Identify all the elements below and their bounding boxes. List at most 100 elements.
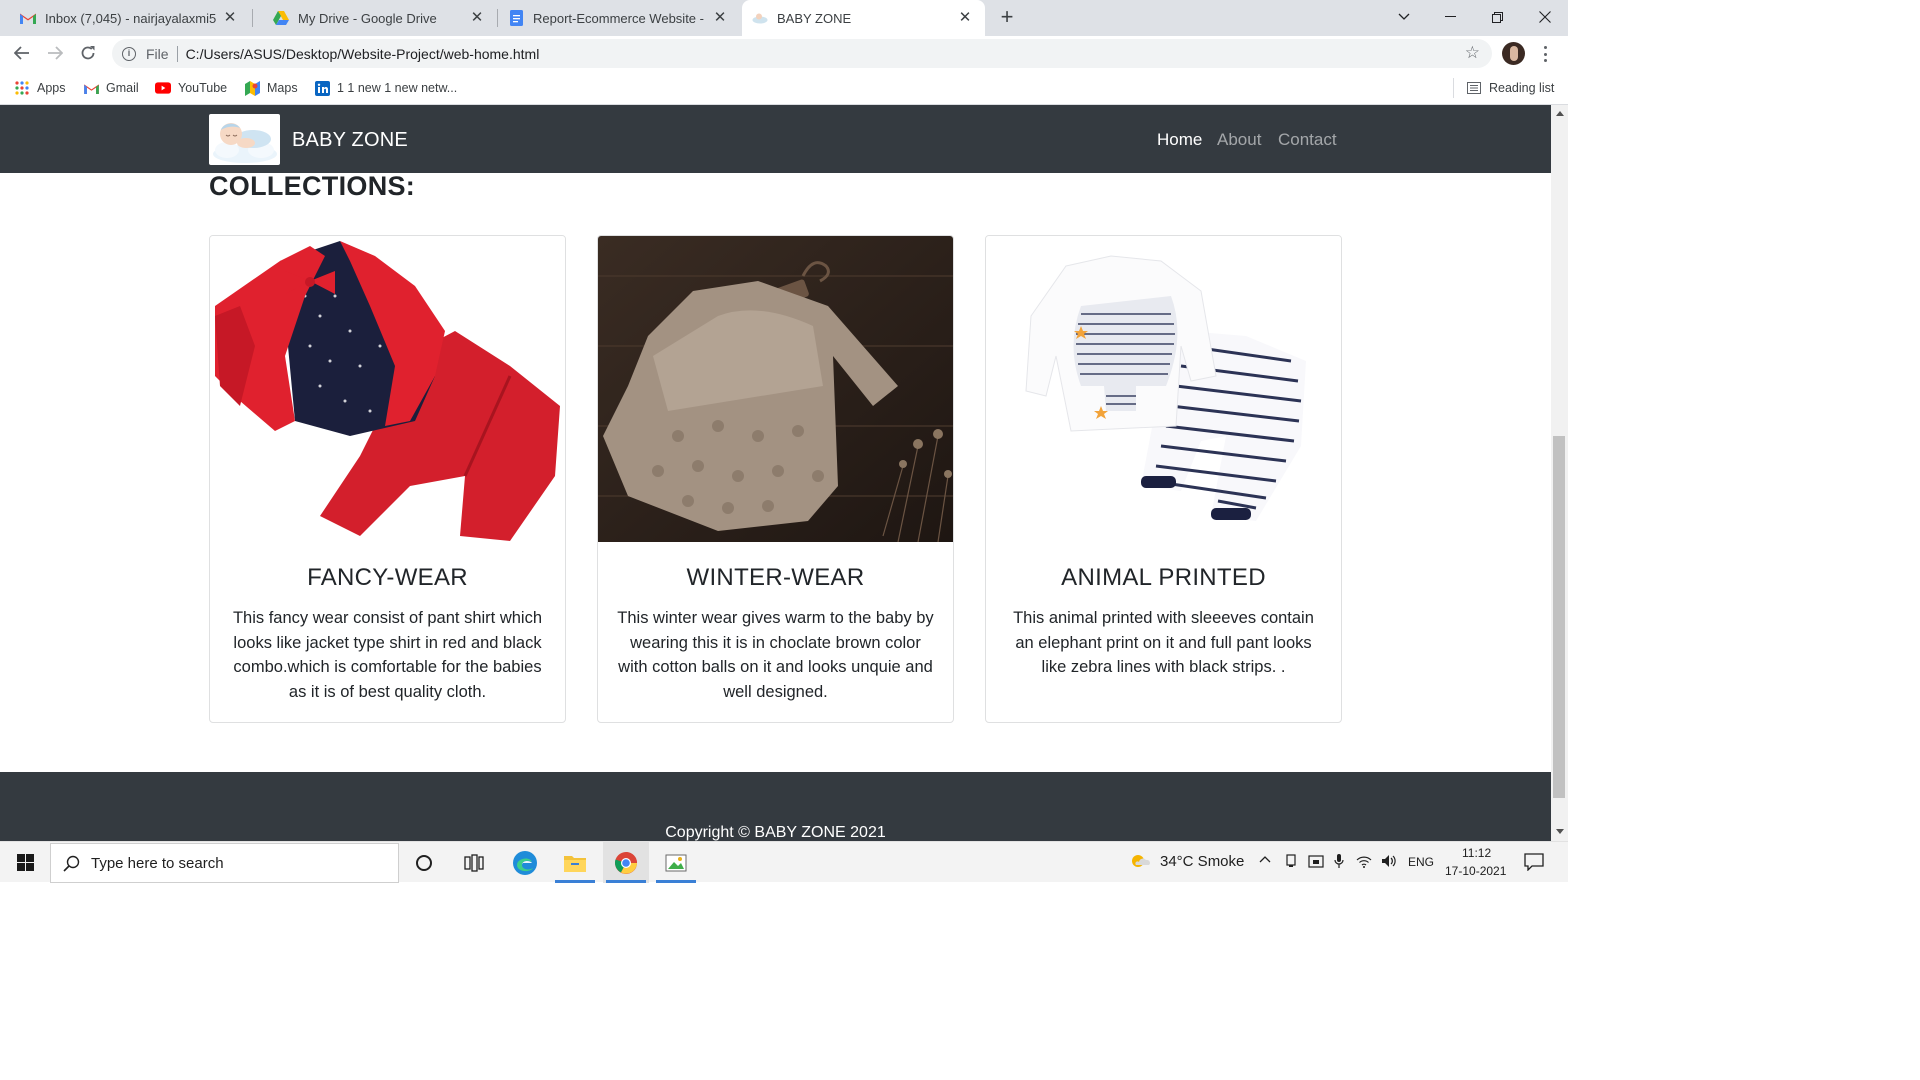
reading-list-icon bbox=[1466, 80, 1482, 96]
web-page: BABY ZONE Home About Contact COLLECTIONS… bbox=[0, 105, 1551, 841]
app-icon[interactable] bbox=[653, 842, 699, 883]
bookmark-maps[interactable]: Maps bbox=[244, 79, 298, 97]
file-explorer-icon[interactable] bbox=[552, 842, 598, 883]
browser-toolbar: i File C:/Users/ASUS/Desktop/Website-Pro… bbox=[0, 36, 1568, 72]
back-icon[interactable] bbox=[8, 38, 36, 68]
close-tab-icon[interactable]: ✕ bbox=[469, 10, 485, 26]
tab-google-drive[interactable]: My Drive - Google Drive ✕ bbox=[253, 0, 497, 36]
edge-icon[interactable] bbox=[502, 842, 548, 883]
show-hidden-icons-icon[interactable] bbox=[1259, 850, 1271, 867]
search-placeholder: Type here to search bbox=[91, 854, 224, 872]
search-icon bbox=[63, 855, 80, 872]
minimize-icon[interactable] bbox=[1427, 0, 1473, 34]
microphone-icon[interactable] bbox=[1334, 853, 1344, 872]
running-indicator bbox=[555, 880, 595, 883]
bookmark-star-icon[interactable]: ☆ bbox=[1465, 44, 1480, 62]
google-docs-icon bbox=[508, 10, 524, 26]
product-card-animal-printed[interactable]: ANIMAL PRINTED This animal printed with … bbox=[985, 235, 1342, 723]
avatar[interactable] bbox=[1502, 42, 1525, 65]
card-description: This fancy wear consist of pant shirt wh… bbox=[232, 609, 543, 701]
language-indicator[interactable]: ENG bbox=[1408, 855, 1434, 869]
nav-about[interactable]: About bbox=[1217, 130, 1261, 150]
product-image-animal-printed bbox=[986, 236, 1341, 542]
scroll-down-arrow-icon[interactable] bbox=[1556, 829, 1564, 834]
close-tab-icon[interactable]: ✕ bbox=[222, 10, 238, 26]
windows-start-icon[interactable] bbox=[2, 842, 48, 883]
address-divider bbox=[176, 45, 178, 62]
weather-icon[interactable] bbox=[1129, 852, 1151, 875]
close-tab-icon[interactable]: ✕ bbox=[712, 10, 728, 26]
nav-contact[interactable]: Contact bbox=[1278, 130, 1337, 150]
bookmarks-divider bbox=[1453, 78, 1454, 98]
chrome-icon[interactable] bbox=[603, 842, 649, 883]
menu-kebab-icon[interactable] bbox=[1540, 44, 1550, 64]
youtube-icon bbox=[155, 80, 171, 96]
linkedin-icon bbox=[314, 80, 330, 96]
brand-logo[interactable] bbox=[209, 114, 280, 165]
tab-title: My Drive - Google Drive bbox=[298, 10, 437, 26]
meet-now-icon[interactable] bbox=[1308, 854, 1324, 871]
taskbar-search-box[interactable]: Type here to search bbox=[50, 843, 399, 883]
running-indicator bbox=[656, 880, 696, 883]
tab-search-icon[interactable] bbox=[1381, 0, 1427, 34]
bookmark-youtube[interactable]: YouTube bbox=[155, 79, 227, 97]
scheme-label: File bbox=[146, 45, 169, 62]
baby-favicon bbox=[752, 10, 768, 26]
wifi-icon[interactable] bbox=[1356, 854, 1372, 871]
product-card-fancy-wear[interactable]: FANCY-WEAR This fancy wear consist of pa… bbox=[209, 235, 566, 723]
running-indicator bbox=[606, 880, 646, 883]
volume-icon[interactable] bbox=[1381, 854, 1397, 871]
close-tab-icon[interactable]: ✕ bbox=[957, 10, 973, 26]
reading-list-label: Reading list bbox=[1489, 81, 1555, 95]
card-description: This animal printed with sleeeves contai… bbox=[1013, 609, 1314, 676]
apps-grid-icon bbox=[14, 80, 30, 96]
scrollbar-thumb[interactable] bbox=[1553, 436, 1565, 798]
card-description: This winter wear gives warm to the baby … bbox=[617, 609, 934, 701]
task-view-icon[interactable] bbox=[451, 842, 497, 883]
reload-icon[interactable] bbox=[74, 38, 102, 68]
bookmark-label: Gmail bbox=[106, 81, 139, 95]
device-icon[interactable] bbox=[1285, 854, 1297, 871]
clock-date[interactable]: 17-10-2021 bbox=[1445, 864, 1506, 878]
cortana-icon[interactable] bbox=[401, 842, 447, 883]
tab-google-docs[interactable]: Report-Ecommerce Website - Go ✕ bbox=[488, 0, 740, 36]
bookmark-label: Maps bbox=[267, 81, 298, 95]
scroll-up-arrow-icon[interactable] bbox=[1556, 111, 1564, 116]
restore-icon[interactable] bbox=[1474, 0, 1520, 34]
forward-icon[interactable] bbox=[41, 38, 69, 68]
product-card-winter-wear[interactable]: WINTER-WEAR This winter wear gives warm … bbox=[597, 235, 954, 723]
weather-text[interactable]: 34°C Smoke bbox=[1160, 853, 1244, 870]
windows-taskbar: Type here to search 34°C Smoke ENG 11:12… bbox=[0, 841, 1568, 883]
tab-baby-zone[interactable]: BABY ZONE ✕ bbox=[742, 0, 985, 36]
tab-gmail[interactable]: Inbox (7,045) - nairjayalaxmi55@ ✕ bbox=[0, 0, 250, 36]
bookmark-gmail[interactable]: Gmail bbox=[83, 79, 139, 97]
tab-title: Report-Ecommerce Website - Go bbox=[533, 10, 706, 26]
google-drive-icon bbox=[273, 10, 289, 26]
bookmark-label: YouTube bbox=[178, 81, 228, 95]
product-image-fancy-wear bbox=[210, 236, 565, 542]
maps-icon bbox=[244, 80, 260, 96]
nav-home[interactable]: Home bbox=[1157, 130, 1202, 150]
url-text: C:/Users/ASUS/Desktop/Website-Project/we… bbox=[185, 45, 540, 62]
clock-time[interactable]: 11:12 bbox=[1462, 846, 1491, 860]
product-image-winter-wear bbox=[598, 236, 953, 542]
bookmark-apps[interactable]: Apps bbox=[14, 79, 66, 97]
card-title: WINTER-WEAR bbox=[686, 564, 865, 591]
bookmark-linkedin[interactable]: 1 1 new 1 new netw... bbox=[314, 79, 457, 97]
bookmark-label: 1 1 new 1 new netw... bbox=[337, 81, 458, 95]
bookmark-label: Apps bbox=[37, 81, 66, 95]
new-tab-icon[interactable]: + bbox=[996, 6, 1018, 29]
brand-name[interactable]: BABY ZONE bbox=[292, 129, 408, 152]
tab-title: Inbox (7,045) - nairjayalaxmi55@ bbox=[45, 10, 216, 26]
reading-list-button[interactable]: Reading list bbox=[1466, 79, 1554, 97]
info-icon[interactable]: i bbox=[122, 46, 136, 61]
copyright-text: Copyright © BABY ZONE 2021 bbox=[665, 824, 886, 841]
section-title: COLLECTIONS: bbox=[209, 171, 416, 201]
address-bar[interactable]: i File C:/Users/ASUS/Desktop/Website-Pro… bbox=[112, 39, 1492, 68]
bookmarks-bar: Apps Gmail YouTube Maps 1 1 new 1 new ne… bbox=[0, 72, 1568, 105]
gmail-icon bbox=[83, 80, 99, 96]
site-navbar: BABY ZONE Home About Contact bbox=[0, 105, 1551, 173]
close-window-icon[interactable] bbox=[1522, 0, 1568, 34]
gmail-icon bbox=[20, 10, 36, 26]
notification-icon[interactable] bbox=[1524, 853, 1544, 876]
